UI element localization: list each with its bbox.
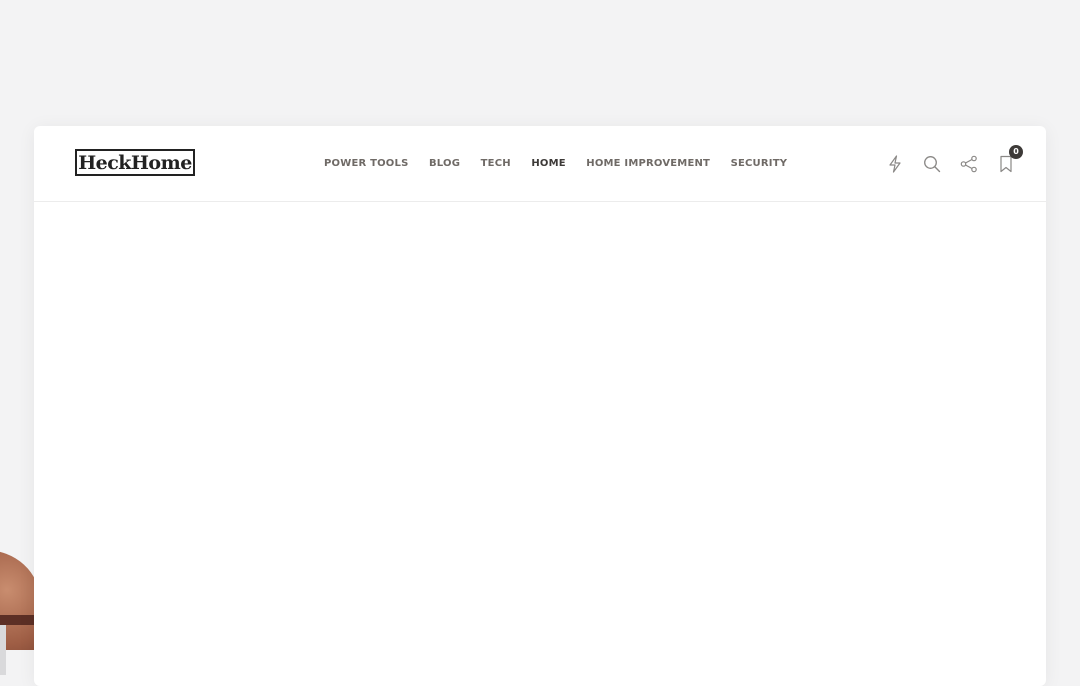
main-card: HeckHome POWER TOOLS BLOG TECH HOME HOME… [34,126,1046,686]
nav-item-blog[interactable]: BLOG [429,158,460,169]
main-nav: POWER TOOLS BLOG TECH HOME HOME IMPROVEM… [324,126,808,201]
header-actions: 0 [885,126,1023,201]
nav-item-home[interactable]: HOME [531,158,565,169]
lightning-icon[interactable] [885,154,905,174]
nav-item-security[interactable]: SECURITY [731,158,788,169]
decor-leg [0,625,6,675]
site-logo[interactable]: HeckHome [75,149,195,176]
search-icon[interactable] [922,154,942,174]
bookmark-icon[interactable]: 0 [996,144,1023,174]
site-header: HeckHome POWER TOOLS BLOG TECH HOME HOME… [34,126,1046,202]
nav-item-power-tools[interactable]: POWER TOOLS [324,158,408,169]
share-icon[interactable] [959,154,979,174]
nav-item-tech[interactable]: TECH [481,158,511,169]
nav-item-home-improvement[interactable]: HOME IMPROVEMENT [586,158,710,169]
bookmark-count-badge: 0 [1009,144,1023,159]
